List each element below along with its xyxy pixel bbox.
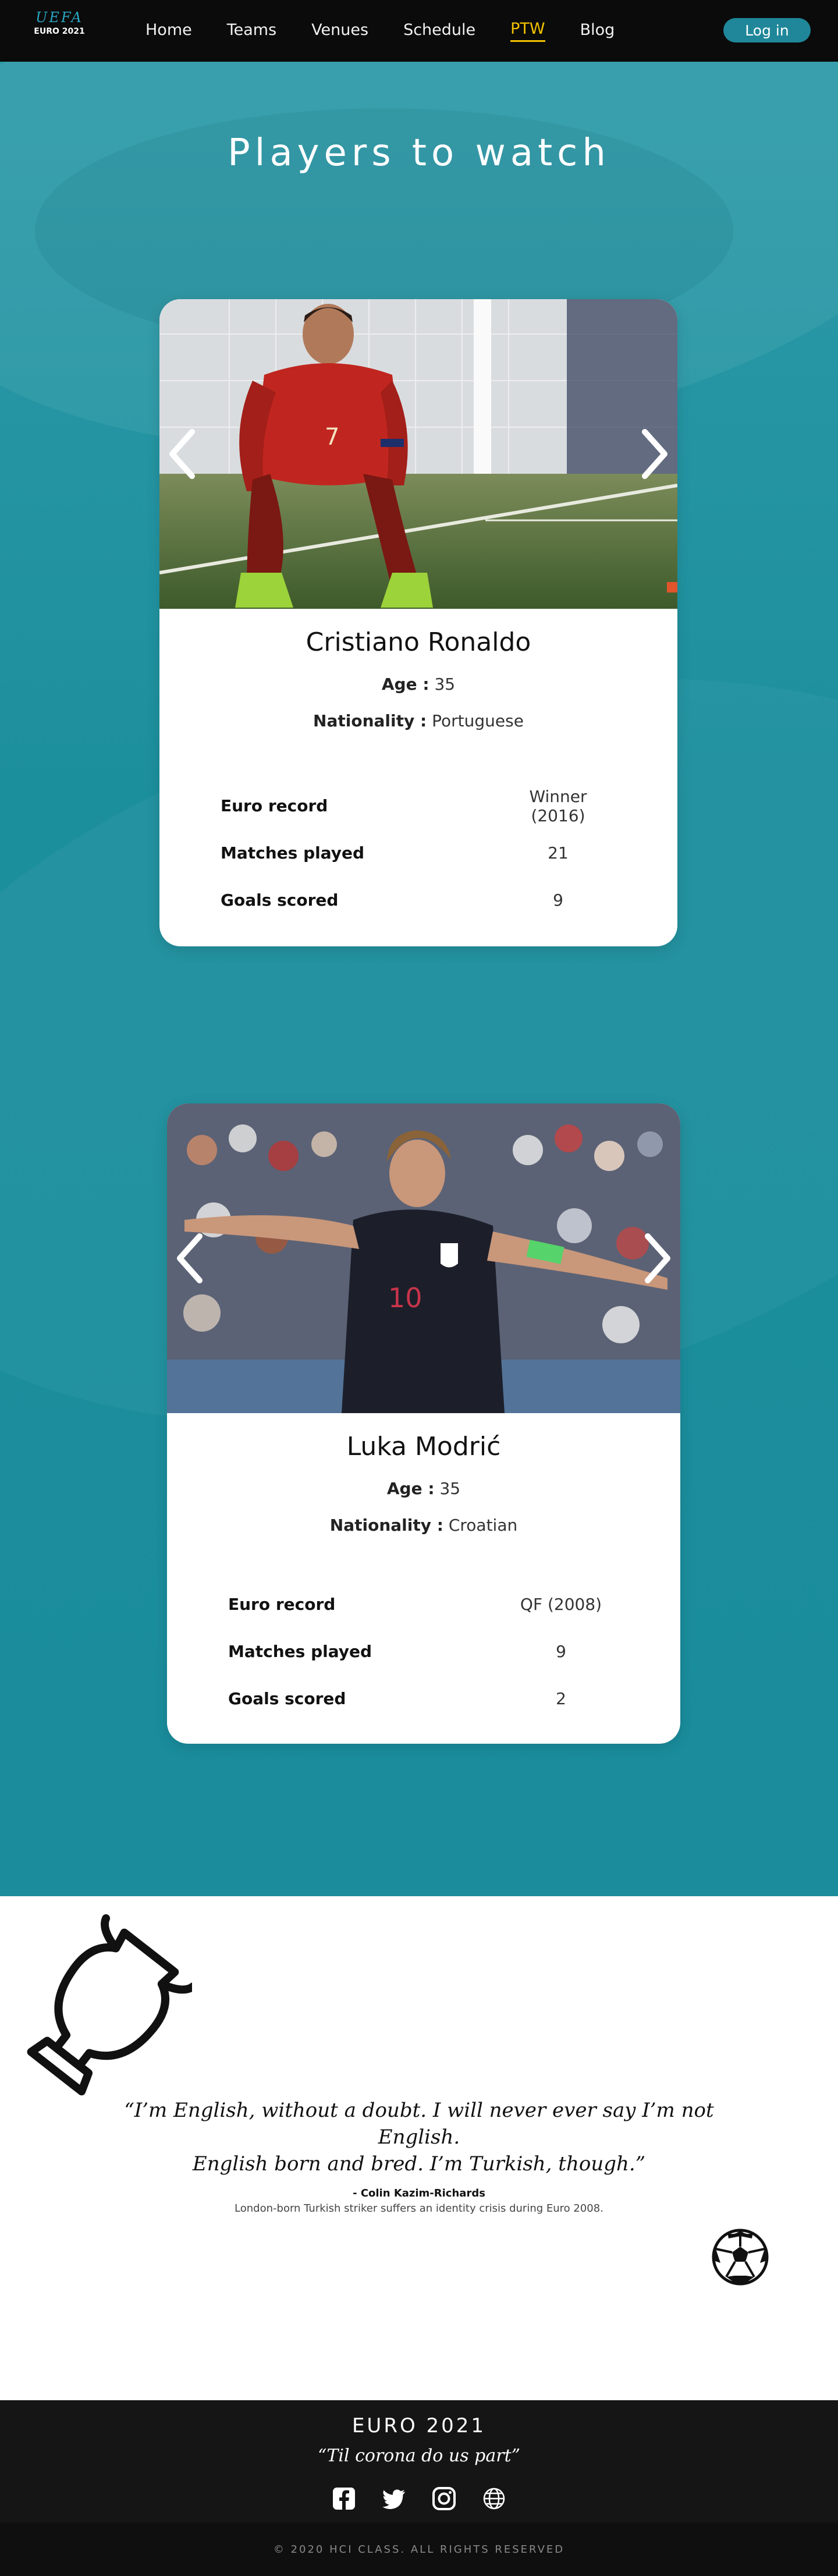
copyright-bar: © 2020 HCI CLASS. ALL RIGHTS RESERVED (0, 2522, 838, 2576)
age-label: Age : (386, 1479, 435, 1498)
svg-text:10: 10 (388, 1282, 422, 1314)
quote-author: - Colin Kazim-Richards (353, 2187, 485, 2199)
stat-label: Goals scored (221, 890, 339, 910)
instagram-icon[interactable] (431, 2485, 457, 2512)
quote-line-2: English born and bred. I’m Turkish, thou… (192, 2152, 646, 2176)
carousel-next-arrow-icon[interactable] (638, 425, 673, 483)
carousel-prev-arrow-icon[interactable] (172, 1229, 207, 1287)
stat-value: Winner (2016) (529, 786, 587, 825)
player-stats: Euro record Winner (2016) Matches played… (221, 782, 616, 924)
logo-subtitle: EURO 2021 (34, 27, 85, 36)
player-nationality: Nationality : Croatian (167, 1516, 680, 1535)
stat-label: Matches played (228, 1642, 372, 1661)
age-label: Age : (381, 675, 429, 694)
quote-line-1: “I’m English, without a doubt. I will ne… (124, 2099, 714, 2149)
player-card-modric: 10 Luka Modrić Age : 35 Nationality : Cr… (167, 1104, 680, 1744)
nationality-label: Nationality : (313, 711, 427, 730)
stat-label: Euro record (221, 796, 328, 815)
nationality-value: Portuguese (432, 711, 524, 730)
slide-indicator[interactable] (667, 582, 677, 592)
player-age: Age : 35 (167, 1479, 680, 1498)
stat-label: Matches played (221, 843, 365, 863)
nav-link-teams[interactable]: Teams (227, 21, 276, 41)
nav-link-blog[interactable]: Blog (580, 21, 615, 41)
stat-row: Goals scored 9 (221, 877, 616, 924)
age-value: 35 (434, 675, 456, 694)
stat-value: QF (2008) (520, 1595, 602, 1614)
site-footer: EURO 2021 “Til corona do us part” © 2020… (0, 2400, 838, 2576)
copyright-text: © 2020 HCI CLASS. ALL RIGHTS RESERVED (273, 2543, 565, 2556)
page-title: Players to watch (228, 132, 610, 175)
age-value: 35 (439, 1479, 461, 1498)
stat-row: Euro record QF (2008) (228, 1581, 619, 1628)
player-name: Luka Modrić (346, 1432, 501, 1461)
player-stats: Euro record QF (2008) Matches played 9 G… (228, 1581, 619, 1722)
player-age: Age : 35 (159, 675, 677, 694)
stat-value: 9 (556, 1642, 566, 1661)
quote-section: “I’m English, without a doubt. I will ne… (0, 1896, 838, 2400)
uefa-euro-logo[interactable]: UEFA EURO 2021 (28, 6, 91, 56)
players-section: Players to watch 7 Cristiano Ronaldo Age… (0, 62, 838, 1896)
nav-link-schedule[interactable]: Schedule (403, 21, 475, 41)
stat-value: 21 (548, 843, 569, 863)
soccer-ball-icon (712, 2229, 769, 2286)
svg-text:7: 7 (325, 424, 339, 450)
uefa-logo-mark: UEFA (35, 9, 83, 26)
player-photo-carousel[interactable]: 10 (167, 1104, 680, 1413)
nav-link-home[interactable]: Home (145, 21, 192, 41)
player-photo: 10 (167, 1104, 680, 1413)
stat-value: 9 (553, 890, 563, 910)
nav-links: Home Teams Venues Schedule PTW Blog (145, 0, 649, 62)
stat-row: Goals scored 2 (228, 1675, 619, 1722)
quote-context: London-born Turkish striker suffers an i… (235, 2202, 603, 2215)
social-links (0, 2485, 838, 2512)
footer-tagline: “Til corona do us part” (318, 2446, 520, 2466)
footer-title: EURO 2021 (351, 2414, 487, 2437)
player-nationality: Nationality : Portuguese (159, 711, 677, 730)
stat-row: Euro record Winner (2016) (221, 782, 616, 829)
trophy-icon (27, 1914, 192, 2096)
login-button[interactable]: Log in (723, 18, 811, 42)
stat-label: Euro record (228, 1595, 336, 1614)
globe-icon[interactable] (481, 2485, 507, 2512)
nav-link-venues[interactable]: Venues (311, 21, 368, 41)
stat-row: Matches played 9 (228, 1628, 619, 1675)
player-name: Cristiano Ronaldo (306, 627, 531, 657)
carousel-next-arrow-icon[interactable] (641, 1229, 676, 1287)
stat-row: Matches played 21 (221, 829, 616, 877)
player-card-ronaldo: 7 Cristiano Ronaldo Age : 35 Nationality… (159, 299, 677, 946)
stat-label: Goals scored (228, 1689, 346, 1708)
nationality-value: Croatian (448, 1516, 518, 1535)
facebook-icon[interactable] (331, 2485, 357, 2512)
twitter-icon[interactable] (381, 2485, 407, 2512)
top-navbar: UEFA EURO 2021 Home Teams Venues Schedul… (0, 0, 838, 62)
player-photo-carousel[interactable]: 7 (159, 299, 677, 609)
carousel-prev-arrow-icon[interactable] (164, 425, 199, 483)
nationality-label: Nationality : (329, 1516, 443, 1535)
nav-link-ptw[interactable]: PTW (510, 20, 545, 42)
quote-text: “I’m English, without a doubt. I will ne… (93, 2097, 745, 2177)
player-photo: 7 (159, 299, 677, 609)
stat-value: 2 (556, 1689, 566, 1708)
